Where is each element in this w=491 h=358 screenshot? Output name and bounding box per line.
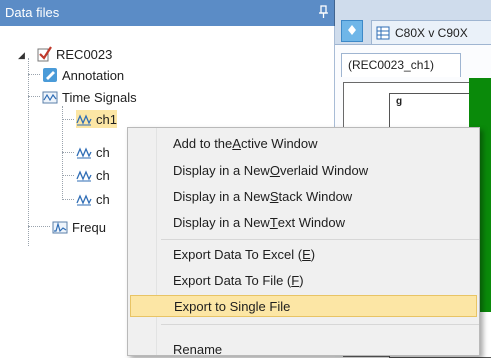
waveform-icon: [76, 114, 92, 126]
tree-node-label: ch: [96, 144, 110, 160]
context-menu: Add to the Active Window Display in a Ne…: [127, 127, 480, 356]
tab-channel-view[interactable]: (REC0023_ch1): [341, 53, 461, 77]
window-list-icon: [348, 25, 356, 35]
table-icon: [376, 26, 390, 39]
tree-connector: [28, 226, 50, 227]
waveform-icon: [76, 194, 92, 206]
tree-connector: [28, 96, 40, 97]
tree-connector: [62, 119, 74, 120]
tree-connector: [28, 58, 29, 246]
tree-node-frequency[interactable]: Frequ: [52, 218, 106, 236]
panel-title: Data files: [5, 5, 60, 20]
tree-node-label: Time Signals: [62, 89, 137, 105]
menu-item-overlaid-window[interactable]: Display in a New Overlaid Window: [130, 159, 477, 181]
document-tabstrip: C80X v C90X: [335, 0, 491, 44]
menu-item-stack-window[interactable]: Display in a New Stack Window: [130, 185, 477, 207]
tree-connector: [62, 199, 74, 200]
record-file-icon: [37, 46, 52, 62]
tree-connector: [62, 106, 63, 200]
menu-item-add-to-active-window[interactable]: Add to the Active Window: [130, 132, 477, 154]
data-files-panel-header: Data files: [0, 0, 335, 26]
plot-label: g: [396, 96, 403, 107]
tab-document[interactable]: C80X v C90X: [371, 20, 491, 44]
tab-label: C80X v C90X: [395, 25, 468, 40]
tree-connector: [62, 152, 74, 153]
pin-icon[interactable]: [318, 4, 330, 20]
menu-item-rename[interactable]: Rename: [130, 338, 477, 356]
waveform-icon: [76, 147, 92, 159]
tree-node-root[interactable]: REC0023: [36, 45, 112, 63]
tree-node-label: REC0023: [56, 46, 113, 62]
menu-item-export-single-file[interactable]: Export to Single File: [130, 295, 477, 317]
tree-node-time-signals[interactable]: Time Signals: [42, 88, 137, 106]
tree-connector: [28, 74, 40, 75]
annotation-icon: [43, 68, 57, 82]
tree-node-annotation[interactable]: Annotation: [42, 66, 124, 84]
expand-arrow-icon[interactable]: ◢: [18, 50, 25, 61]
subtab-label: (REC0023_ch1): [348, 58, 435, 72]
menu-separator: [161, 239, 479, 240]
tree-connector: [62, 175, 74, 176]
tree-node-label: Frequ: [72, 219, 106, 235]
tree-node-label: Annotation: [62, 67, 125, 83]
tree-node-label: ch: [96, 167, 110, 183]
menu-item-text-window[interactable]: Display in a New Text Window: [130, 211, 477, 233]
waveform-icon: [76, 170, 92, 182]
signal-group-icon: [52, 221, 68, 234]
window-list-button[interactable]: [341, 20, 363, 42]
tree-node-channel[interactable]: ch: [76, 190, 110, 208]
menu-item-export-excel[interactable]: Export Data To Excel (E): [130, 243, 477, 265]
tree-node-channel[interactable]: ch: [76, 166, 110, 184]
tree-node-label: ch: [96, 191, 110, 207]
tree-node-channel-selected[interactable]: ch1: [76, 110, 117, 128]
tree-node-label: ch1: [96, 111, 117, 127]
tree-node-channel[interactable]: ch: [76, 143, 110, 161]
menu-item-export-file[interactable]: Export Data To File (F): [130, 269, 477, 291]
menu-separator: [161, 324, 479, 325]
signal-group-icon: [42, 91, 58, 104]
